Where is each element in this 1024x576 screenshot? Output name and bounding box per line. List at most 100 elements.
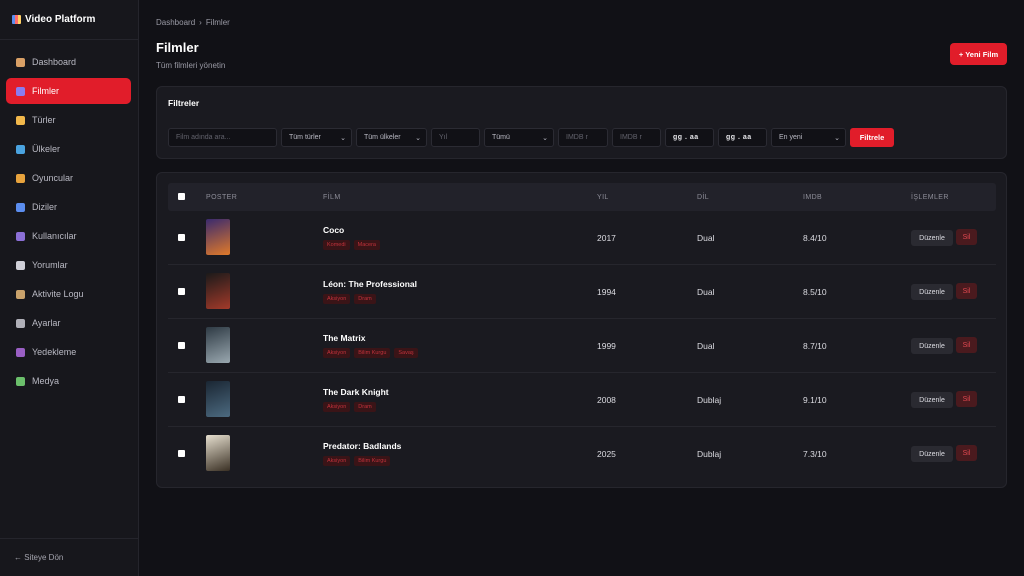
search-input[interactable]: Film adında ara... <box>168 128 277 147</box>
year-placeholder: Yıl <box>439 134 448 141</box>
edit-button[interactable]: Düzenle <box>911 392 953 408</box>
sidebar-item-aktivite-logu[interactable]: Aktivite Logu <box>6 281 131 307</box>
sidebar-item-kullanıcılar[interactable]: Kullanıcılar <box>6 223 131 249</box>
tv-icon <box>16 202 25 212</box>
sort-select[interactable]: En yeni ⌄ <box>771 128 846 147</box>
masks-icon <box>16 173 25 183</box>
imdb-cell: 8.7/10 <box>803 341 827 351</box>
sidebar: Video Platform Dashboard Filmler Türler Ülk… <box>0 0 139 576</box>
genre-tags: Aksiyon Dram <box>323 294 376 304</box>
row-checkbox[interactable] <box>178 396 185 403</box>
genre-value: Tüm türler <box>289 134 321 141</box>
delete-button[interactable]: Sil <box>956 337 977 353</box>
breadcrumb-separator: › <box>199 18 202 27</box>
date-to-value: gg . aa <box>726 134 752 141</box>
language-cell: Dublaj <box>697 395 722 405</box>
film-title[interactable]: Léon: The Professional <box>323 279 417 289</box>
sidebar-item-filmler[interactable]: Filmler <box>6 78 131 104</box>
genre-tags: Aksiyon Bilim Kurgu Savaş <box>323 348 418 358</box>
table-row: Predator: Badlands Aksiyon Bilim Kurgu 2025… <box>168 427 996 481</box>
row-checkbox[interactable] <box>178 234 185 241</box>
sort-value: En yeni <box>779 134 803 141</box>
sidebar-item-label: Ülkeler <box>32 144 61 154</box>
language-cell: Dual <box>697 233 715 243</box>
sidebar-item-ülkeler[interactable]: Ülkeler <box>6 136 131 162</box>
sidebar-item-ayarlar[interactable]: Ayarlar <box>6 310 131 336</box>
film-icon <box>16 86 25 96</box>
search-placeholder: Film adında ara... <box>176 134 231 141</box>
row-checkbox[interactable] <box>178 342 185 349</box>
edit-button[interactable]: Düzenle <box>911 284 953 300</box>
language-select[interactable]: Tümü ⌄ <box>484 128 554 147</box>
imdb-max-input[interactable]: IMDB r <box>612 128 661 147</box>
film-title[interactable]: The Matrix <box>323 333 366 343</box>
genre-select[interactable]: Tüm türler ⌄ <box>281 128 352 147</box>
speech-bubble-icon <box>16 260 25 270</box>
brand[interactable]: Video Platform <box>0 0 138 40</box>
brand-name: Video Platform <box>25 14 96 25</box>
imdb-min-input[interactable]: IMDB r <box>558 128 608 147</box>
sidebar-item-oyuncular[interactable]: Oyuncular <box>6 165 131 191</box>
sidebar-item-diziler[interactable]: Diziler <box>6 194 131 220</box>
breadcrumb-current: Filmler <box>205 18 230 27</box>
film-title[interactable]: Predator: Badlands <box>323 441 401 451</box>
sidebar-item-label: Yorumlar <box>32 260 68 270</box>
sidebar-item-dashboard[interactable]: Dashboard <box>6 49 131 75</box>
sidebar-item-yorumlar[interactable]: Yorumlar <box>6 252 131 278</box>
page-subtitle: Tüm filmleri yönetin <box>156 61 226 70</box>
delete-button[interactable]: Sil <box>956 283 977 299</box>
sidebar-item-label: Aktivite Logu <box>32 289 84 299</box>
header-imdb: IMDB <box>803 193 823 201</box>
table-row: Léon: The Professional Aksiyon Dram 1994 Dua… <box>168 265 996 319</box>
gear-icon <box>16 318 25 328</box>
user-icon <box>16 231 25 241</box>
table-row: Coco Komedi Macera 2017 Dual 8.4/10 Düzenle Sil <box>168 211 996 265</box>
genre-tag: Savaş <box>394 348 418 358</box>
apply-filters-button[interactable]: Filtrele <box>850 128 894 147</box>
genre-tag: Aksiyon <box>323 456 351 466</box>
sidebar-item-label: Diziler <box>32 202 58 212</box>
delete-button[interactable]: Sil <box>956 391 977 407</box>
edit-button[interactable]: Düzenle <box>911 230 953 246</box>
sidebar-item-label: Kullanıcılar <box>32 231 77 241</box>
date-to-input[interactable]: gg . aa <box>718 128 767 147</box>
sidebar-item-medya[interactable]: Medya <box>6 368 131 394</box>
film-title[interactable]: The Dark Knight <box>323 387 389 397</box>
delete-button[interactable]: Sil <box>956 229 977 245</box>
select-all-checkbox[interactable] <box>178 193 185 200</box>
genre-tag: Bilim Kurgu <box>354 348 391 358</box>
edit-button[interactable]: Düzenle <box>911 338 953 354</box>
year-cell: 2008 <box>597 395 616 405</box>
header-film: FİLM <box>323 193 341 201</box>
year-input[interactable]: Yıl <box>431 128 480 147</box>
new-film-button[interactable]: + Yeni Film <box>950 43 1007 65</box>
back-to-site-link[interactable]: ← Siteye Dön <box>0 538 138 576</box>
country-select[interactable]: Tüm ülkeler ⌄ <box>356 128 427 147</box>
poster-image <box>206 381 230 417</box>
delete-button[interactable]: Sil <box>956 445 977 461</box>
row-checkbox[interactable] <box>178 288 185 295</box>
chevron-down-icon: ⌄ <box>415 134 421 142</box>
floppy-disk-icon <box>16 347 25 357</box>
genre-tag: Bilim Kurgu <box>354 456 391 466</box>
film-title[interactable]: Coco <box>323 225 344 235</box>
sidebar-item-label: Oyuncular <box>32 173 74 183</box>
genre-tag: Komedi <box>323 240 350 250</box>
date-from-input[interactable]: gg . aa <box>665 128 714 147</box>
chevron-down-icon: ⌄ <box>542 134 548 142</box>
header-poster: POSTER <box>206 193 238 201</box>
genre-tag: Dram <box>354 402 376 412</box>
imdb-cell: 8.4/10 <box>803 233 827 243</box>
language-value: Tümü <box>492 134 510 141</box>
genre-tags: Aksiyon Bilim Kurgu <box>323 456 391 466</box>
sidebar-item-türler[interactable]: Türler <box>6 107 131 133</box>
row-checkbox[interactable] <box>178 450 185 457</box>
date-from-value: gg . aa <box>673 134 699 141</box>
sidebar-item-yedekleme[interactable]: Yedekleme <box>6 339 131 365</box>
edit-button[interactable]: Düzenle <box>911 446 953 462</box>
genre-tag: Aksiyon <box>323 402 351 412</box>
image-icon <box>16 376 25 386</box>
header-actions: İŞLEMLER <box>911 193 949 201</box>
genre-tag: Aksiyon <box>323 294 351 304</box>
breadcrumb-dashboard[interactable]: Dashboard <box>156 18 195 27</box>
